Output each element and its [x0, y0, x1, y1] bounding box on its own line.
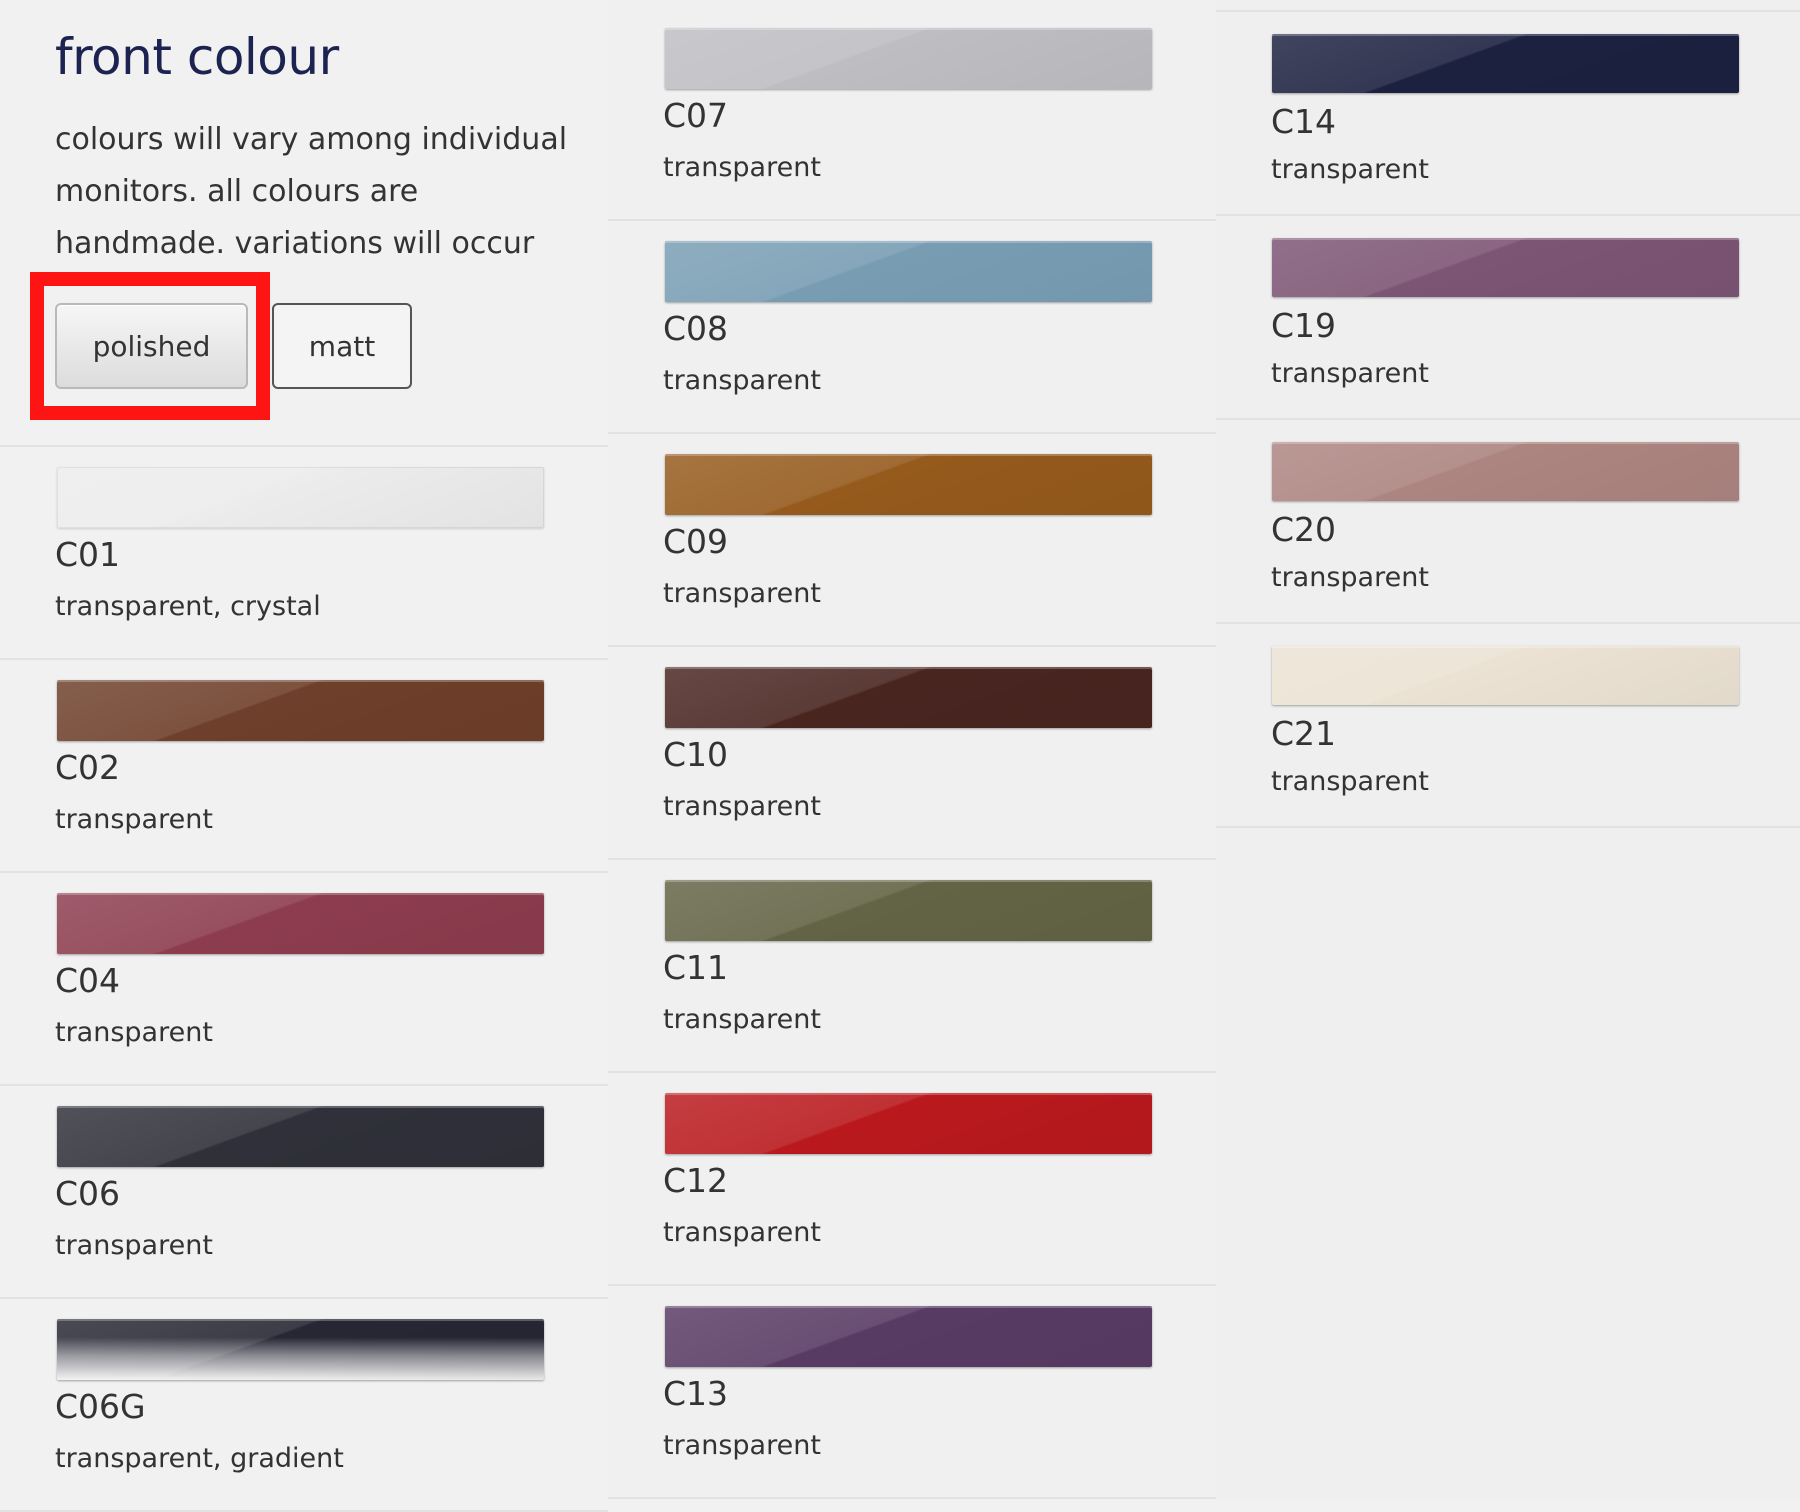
colour-code: C20 — [1271, 510, 1337, 549]
colour-swatch[interactable] — [665, 667, 1152, 728]
swatch-list-col2: C07 transparent C08 transparent C09 transpare… — [608, 8, 1216, 1499]
colour-code: C08 — [663, 309, 729, 348]
colour-code: C12 — [663, 1161, 729, 1200]
colour-code: C02 — [55, 748, 121, 787]
colour-option-item[interactable]: C02 transparent — [0, 660, 608, 873]
colour-code: C07 — [663, 96, 729, 135]
colour-option-item[interactable]: C06G transparent, gradient — [0, 1299, 608, 1512]
colour-code: C04 — [55, 961, 121, 1000]
colour-type: transparent — [1271, 766, 1429, 797]
colour-option-item[interactable]: C20 transparent — [1216, 420, 1800, 624]
colour-type: transparent — [663, 365, 821, 396]
colour-option-item[interactable]: C13 transparent — [608, 1286, 1216, 1499]
colour-swatch[interactable] — [665, 1093, 1152, 1154]
colour-type: transparent — [663, 1430, 821, 1461]
colour-type: transparent — [55, 1017, 213, 1048]
colour-code: C06 — [55, 1174, 121, 1213]
colour-code: C09 — [663, 522, 729, 561]
colour-type: transparent — [1271, 358, 1429, 389]
colour-option-item[interactable]: C21 transparent — [1216, 624, 1800, 828]
colour-swatch[interactable] — [57, 680, 544, 741]
colour-type: transparent — [663, 152, 821, 183]
intro-section: front colour colours will vary among ind… — [0, 0, 608, 447]
colour-swatch[interactable] — [1272, 34, 1739, 93]
colour-option-item[interactable]: C06 transparent — [0, 1086, 608, 1299]
colour-type: transparent, crystal — [55, 591, 321, 622]
colour-option-item[interactable]: C08 transparent — [608, 221, 1216, 434]
colour-swatch[interactable] — [57, 1319, 544, 1380]
colour-swatch[interactable] — [57, 1106, 544, 1167]
column-2: C07 transparent C08 transparent C09 transpare… — [608, 0, 1216, 1500]
column-spacer — [608, 0, 1216, 8]
colour-code: C10 — [663, 735, 729, 774]
colour-swatch[interactable] — [1272, 646, 1739, 705]
colour-option-item[interactable]: C19 transparent — [1216, 216, 1800, 420]
colour-type: transparent — [663, 1217, 821, 1248]
selection-highlight-box — [30, 272, 270, 420]
colour-swatch[interactable] — [665, 454, 1152, 515]
colour-type: transparent — [663, 1004, 821, 1035]
colour-swatch[interactable] — [57, 467, 544, 528]
colour-swatch[interactable] — [1272, 442, 1739, 501]
colour-option-item[interactable]: C07 transparent — [608, 8, 1216, 221]
colour-type: transparent — [663, 791, 821, 822]
swatch-list-col3: C14 transparent C19 transparent C20 transpare… — [1216, 12, 1800, 828]
colour-type: transparent — [1271, 562, 1429, 593]
colour-code: C13 — [663, 1374, 729, 1413]
colour-code: C06G — [55, 1387, 146, 1426]
colour-option-item[interactable]: C14 transparent — [1216, 12, 1800, 216]
column-3: C14 transparent C19 transparent C20 transpare… — [1216, 0, 1800, 1500]
colour-option-item[interactable]: C09 transparent — [608, 434, 1216, 647]
colour-option-item[interactable]: C12 transparent — [608, 1073, 1216, 1286]
colour-swatch[interactable] — [665, 241, 1152, 302]
colour-code: C19 — [1271, 306, 1337, 345]
page-title: front colour — [55, 28, 339, 86]
colour-code: C14 — [1271, 102, 1337, 141]
colour-type: transparent — [55, 1230, 213, 1261]
colour-code: C11 — [663, 948, 729, 987]
colour-code: C21 — [1271, 714, 1337, 753]
colour-option-item[interactable]: C11 transparent — [608, 860, 1216, 1073]
colour-swatch[interactable] — [665, 880, 1152, 941]
colour-type: transparent — [1271, 154, 1429, 185]
colour-option-item[interactable]: C10 transparent — [608, 647, 1216, 860]
colour-swatch[interactable] — [1272, 238, 1739, 297]
colour-swatch[interactable] — [665, 1306, 1152, 1367]
colour-disclaimer: colours will vary among individual monit… — [55, 122, 568, 261]
column-1: front colour colours will vary among ind… — [0, 0, 608, 1512]
colour-code: C01 — [55, 535, 121, 574]
colour-swatch[interactable] — [665, 28, 1152, 89]
colour-swatch[interactable] — [57, 893, 544, 954]
matt-button[interactable]: matt — [272, 303, 412, 389]
colour-type: transparent, gradient — [55, 1443, 344, 1474]
colour-type: transparent — [55, 804, 213, 835]
colour-type: transparent — [663, 578, 821, 609]
colour-option-item[interactable]: C04 transparent — [0, 873, 608, 1086]
swatch-list-col1: C01 transparent, crystal C02 transparent C04… — [0, 447, 608, 1512]
colour-option-item[interactable]: C01 transparent, crystal — [0, 447, 608, 660]
column-spacer — [1216, 0, 1800, 12]
